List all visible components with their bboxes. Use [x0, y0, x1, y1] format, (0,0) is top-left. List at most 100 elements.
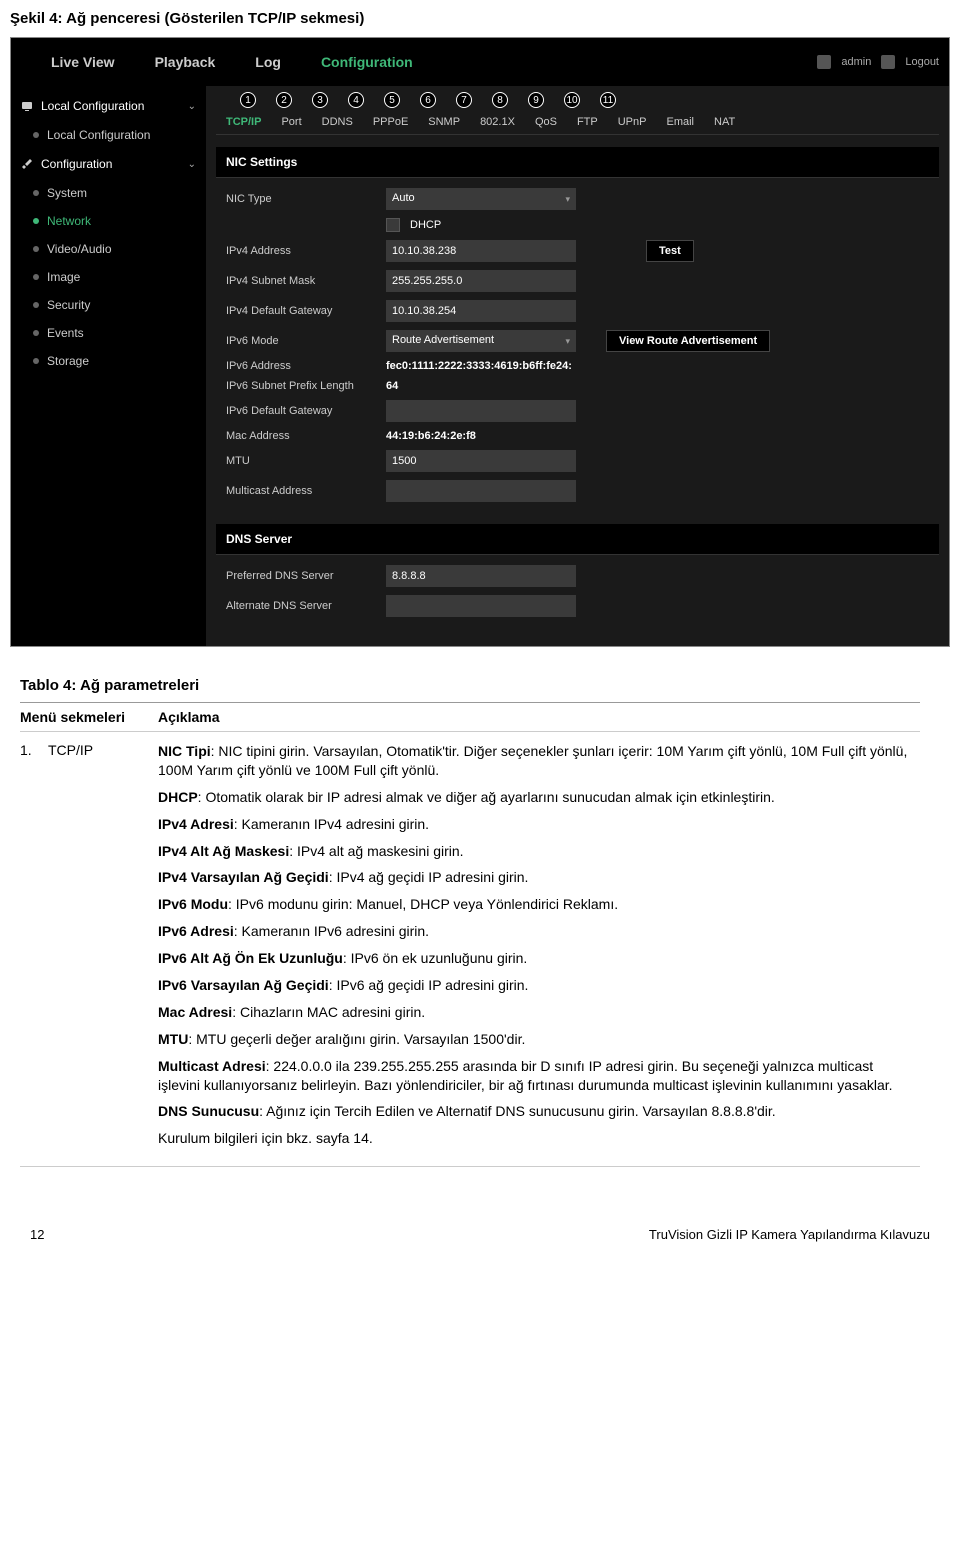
- nic-type-select[interactable]: Auto▾: [386, 188, 576, 210]
- chevron-down-icon: ▾: [565, 194, 570, 205]
- desc-paragraph: DNS Sunucusu: Ağınız için Tercih Edilen …: [158, 1102, 912, 1121]
- sidebar-group-label: Local Configuration: [41, 99, 144, 113]
- sidebar: Local Configuration ⌄ Local Configuratio…: [11, 86, 206, 646]
- mtu-label: MTU: [226, 455, 376, 467]
- desc-paragraph: DHCP: Otomatik olarak bir IP adresi alma…: [158, 788, 912, 807]
- chevron-down-icon: ▾: [565, 336, 570, 347]
- documentation: Tablo 4: Ağ parametreleri Menü sekmeleri…: [0, 647, 960, 1187]
- ipv4-mask-input[interactable]: [386, 270, 576, 292]
- sidebar-item-image[interactable]: Image: [11, 263, 206, 291]
- ipv4-gw-label: IPv4 Default Gateway: [226, 305, 376, 317]
- subtab-8021x[interactable]: 802.1X: [470, 110, 525, 134]
- section-nic-settings: NIC Settings: [216, 147, 939, 178]
- ipv6-address-value: fec0:1111:2222:3333:4619:b6ff:fe24:: [386, 360, 572, 372]
- bullet-icon: [33, 132, 39, 138]
- desc-paragraph: IPv6 Modu: IPv6 modunu girin: Manuel, DH…: [158, 895, 912, 914]
- desc-paragraph: Multicast Adresi: 224.0.0.0 ila 239.255.…: [158, 1057, 912, 1095]
- sidebar-item-label: Local Configuration: [47, 128, 150, 142]
- section-dns-server: DNS Server: [216, 524, 939, 555]
- ipv4-gw-input[interactable]: [386, 300, 576, 322]
- sidebar-item-video-audio[interactable]: Video/Audio: [11, 235, 206, 263]
- desc-paragraph: NIC Tipi: NIC tipini girin. Varsayılan, …: [158, 742, 912, 780]
- sidebar-item-events[interactable]: Events: [11, 319, 206, 347]
- sidebar-group-local[interactable]: Local Configuration ⌄: [11, 91, 206, 121]
- annotation-4: 4: [348, 92, 364, 108]
- page-footer: 12 TruVision Gizli IP Kamera Yapılandırm…: [0, 1187, 960, 1252]
- desc-paragraph: IPv4 Adresi: Kameranın IPv4 adresini gir…: [158, 815, 912, 834]
- ipv6-address-label: IPv6 Address: [226, 360, 376, 372]
- alt-dns-input[interactable]: [386, 595, 576, 617]
- sidebar-group-configuration[interactable]: Configuration ⌄: [11, 149, 206, 179]
- tab-playback[interactable]: Playback: [155, 54, 216, 70]
- sidebar-item-label: Events: [47, 326, 84, 340]
- mac-value: 44:19:b6:24:2e:f8: [386, 430, 476, 442]
- monitor-icon: [21, 100, 33, 112]
- subtab-port[interactable]: Port: [271, 110, 311, 134]
- desc-paragraph: IPv6 Adresi: Kameranın IPv6 adresini gir…: [158, 922, 912, 941]
- figure-caption: Şekil 4: Ağ penceresi (Gösterilen TCP/IP…: [0, 0, 960, 37]
- subtab-ddns[interactable]: DDNS: [312, 110, 363, 134]
- multicast-input[interactable]: [386, 480, 576, 502]
- subtab-email[interactable]: Email: [656, 110, 704, 134]
- ipv6-mode-select[interactable]: Route Advertisement▾: [386, 330, 576, 352]
- desc-paragraph: IPv6 Varsayılan Ağ Geçidi: IPv6 ağ geçid…: [158, 976, 912, 995]
- tab-live-view[interactable]: Live View: [51, 54, 115, 70]
- header-tabs: Live View Playback Log Configuration: [51, 54, 817, 70]
- col-menu: Menü sekmeleri: [20, 703, 158, 732]
- annotation-6: 6: [420, 92, 436, 108]
- row-name: TCP/IP: [48, 732, 158, 1167]
- subtab-pppoe[interactable]: PPPoE: [363, 110, 418, 134]
- dhcp-checkbox[interactable]: [386, 218, 400, 232]
- subtab-ftp[interactable]: FTP: [567, 110, 608, 134]
- col-desc: Açıklama: [158, 703, 920, 732]
- user-icon: [817, 55, 831, 69]
- table-caption: Tablo 4: Ağ parametreleri: [20, 677, 920, 694]
- pref-dns-input[interactable]: [386, 565, 576, 587]
- subtab-qos[interactable]: QoS: [525, 110, 567, 134]
- alt-dns-label: Alternate DNS Server: [226, 600, 376, 612]
- ipv6-prefix-value: 64: [386, 380, 398, 392]
- username: admin: [841, 56, 871, 68]
- annotation-10: 10: [564, 92, 580, 108]
- ipv4-address-input[interactable]: [386, 240, 576, 262]
- annotation-11: 11: [600, 92, 616, 108]
- desc-paragraph: Kurulum bilgileri için bkz. sayfa 14.: [158, 1129, 912, 1148]
- tab-configuration[interactable]: Configuration: [321, 54, 413, 70]
- subtab-tcpip[interactable]: TCP/IP: [216, 110, 271, 134]
- logout-link[interactable]: Logout: [905, 56, 939, 68]
- page-number: 12: [30, 1227, 44, 1242]
- test-button[interactable]: Test: [646, 240, 694, 262]
- bullet-icon: [33, 190, 39, 196]
- subtab-nat[interactable]: NAT: [704, 110, 745, 134]
- sidebar-item-label: Image: [47, 270, 80, 284]
- main-panel: 1 2 3 4 5 6 7 8 9 10 11 TCP/IP Port DDNS…: [206, 86, 949, 646]
- view-route-button[interactable]: View Route Advertisement: [606, 330, 770, 352]
- pref-dns-label: Preferred DNS Server: [226, 570, 376, 582]
- multicast-label: Multicast Address: [226, 485, 376, 497]
- ipv6-gw-input[interactable]: [386, 400, 576, 422]
- sidebar-item-label: Network: [47, 214, 91, 228]
- sidebar-item-local-config[interactable]: Local Configuration: [11, 121, 206, 149]
- chevron-down-icon: ⌄: [188, 159, 196, 170]
- header-bar: Live View Playback Log Configuration adm…: [11, 38, 949, 86]
- subtab-upnp[interactable]: UPnP: [608, 110, 657, 134]
- app-window: Live View Playback Log Configuration adm…: [10, 37, 950, 647]
- parameters-table: Menü sekmeleri Açıklama 1. TCP/IP NIC Ti…: [20, 702, 920, 1167]
- tab-log[interactable]: Log: [255, 54, 281, 70]
- dhcp-label: DHCP: [410, 219, 441, 231]
- desc-paragraph: IPv4 Alt Ağ Maskesi: IPv4 alt ağ maskesi…: [158, 842, 912, 861]
- sidebar-item-network[interactable]: Network: [11, 207, 206, 235]
- sidebar-item-storage[interactable]: Storage: [11, 347, 206, 375]
- sidebar-item-system[interactable]: System: [11, 179, 206, 207]
- bullet-icon: [33, 358, 39, 364]
- nic-type-label: NIC Type: [226, 193, 376, 205]
- table-row: 1. TCP/IP NIC Tipi: NIC tipini girin. Va…: [20, 732, 920, 1167]
- mtu-input[interactable]: [386, 450, 576, 472]
- bullet-icon: [33, 218, 39, 224]
- sidebar-item-label: System: [47, 186, 87, 200]
- subtab-snmp[interactable]: SNMP: [418, 110, 470, 134]
- sidebar-item-security[interactable]: Security: [11, 291, 206, 319]
- ipv4-address-label: IPv4 Address: [226, 245, 376, 257]
- header-user: admin Logout: [817, 55, 939, 69]
- row-number: 1.: [20, 732, 48, 1167]
